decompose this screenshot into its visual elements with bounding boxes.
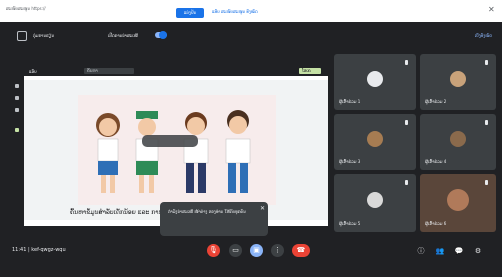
participant-name: ຜູ້ເຂົ້າຮ່ວມ 3 xyxy=(339,159,361,164)
share-url-text: ສະໜັບສະໜູນ https:// xyxy=(6,6,46,11)
shared-search-placeholder: ຄົ້ນຫາ xyxy=(87,68,98,73)
meeting-toolbar: 11:41 | kef-qwgz-wqu 🎙 ▭ ▣ ⋮ ☎ ⓘ 👥 💬 ⚙ xyxy=(0,238,502,264)
avatar xyxy=(450,131,466,148)
end-call-icon: ☎ xyxy=(296,246,306,254)
participant-name: ຜູ້ເຂົ້າຮ່ວມ 5 xyxy=(339,221,361,226)
participant-tile[interactable]: ຜູ້ເຂົ້າຮ່ວມ 4 xyxy=(420,114,496,170)
view-all-link[interactable]: ເບິ່ງທັງໝົດ xyxy=(475,33,492,38)
rail-icon xyxy=(15,84,19,88)
info-icon: ⓘ xyxy=(417,247,425,255)
avatar xyxy=(450,71,466,88)
activities-button[interactable]: ⚙ xyxy=(473,246,483,256)
participant-tile[interactable]: ຜູ້ເຂົ້າຮ່ວມ 2 xyxy=(420,54,496,110)
participant-name: ຜູ້ເຂົ້າຮ່ວມ 1 xyxy=(339,99,361,104)
share-tab-link[interactable]: ແທັບ ສະໜັບສະໜູນ ທັງໝົດ xyxy=(212,9,258,14)
end-call-button[interactable]: ☎ xyxy=(292,244,310,257)
toast-text: ກຳລັງນຳສະເໜີ ໜ້າຕ່າງ ຂອງທ່ານ ໃຫ້ກັບທຸກຄົ… xyxy=(168,209,246,214)
presentation-toggle-label: ເປີດການນຳສະເໜີ xyxy=(108,33,138,38)
rail-icon xyxy=(15,108,19,112)
mic-icon xyxy=(485,180,488,185)
mic-icon xyxy=(405,60,408,65)
child-2 xyxy=(135,111,159,193)
chat-icon: 💬 xyxy=(454,247,464,255)
shared-chip: ໂອເຄ xyxy=(299,68,321,74)
people-icon: 👥 xyxy=(435,247,445,255)
participant-tile[interactable]: ຜູ້ເຂົ້າຮ່ວມ 5 xyxy=(334,174,416,232)
child-3 xyxy=(183,112,209,193)
shared-left-rail xyxy=(10,76,24,226)
shared-app-header: ແອັບ ຄົ້ນຫາ ໂອເຄ xyxy=(10,66,328,76)
avatar xyxy=(367,192,383,209)
meet-header: ກຸ່ມການຮຽນ ເປີດການນຳສະເໜີ ເບິ່ງທັງໝົດ xyxy=(0,28,502,46)
present-button[interactable]: ▣ xyxy=(250,244,263,257)
participant-tile[interactable]: ຜູ້ເຂົ້າຮ່ວມ 6 xyxy=(420,174,496,232)
activities-icon: ⚙ xyxy=(474,247,482,255)
meeting-title: ກຸ່ມການຮຽນ xyxy=(33,33,54,38)
more-icon: ⋮ xyxy=(274,246,281,254)
shared-app-label: ແອັບ xyxy=(29,69,37,74)
rail-icon xyxy=(15,96,19,100)
rail-icon xyxy=(15,128,19,132)
participant-tile[interactable]: ຜູ້ເຂົ້າຮ່ວມ 3 xyxy=(334,114,416,170)
present-icon: ▣ xyxy=(253,246,260,254)
shared-chip-label: ໂອເຄ xyxy=(302,68,311,73)
avatar xyxy=(367,71,383,88)
participant-name: ຜູ້ເຂົ້າຮ່ວມ 6 xyxy=(425,221,447,226)
child-4 xyxy=(225,110,251,193)
toast-close-icon[interactable]: ✕ xyxy=(260,205,265,212)
participant-tile[interactable]: ຜູ້ເຂົ້າຮ່ວມ 1 xyxy=(334,54,416,110)
chat-button[interactable]: 💬 xyxy=(454,246,464,256)
screen-icon[interactable] xyxy=(17,31,27,41)
mic-icon xyxy=(485,120,488,125)
mic-off-button[interactable]: 🎙 xyxy=(207,244,220,257)
camera-button[interactable]: ▭ xyxy=(229,244,242,257)
close-icon[interactable]: ✕ xyxy=(488,5,495,14)
floating-controls[interactable] xyxy=(142,135,198,147)
people-button[interactable]: 👥 xyxy=(435,246,445,256)
presentation-toggle[interactable] xyxy=(155,31,167,39)
kids-illustration xyxy=(78,95,276,205)
mic-off-icon: 🎙 xyxy=(209,246,218,254)
kids-illustration-svg xyxy=(96,110,251,193)
info-button[interactable]: ⓘ xyxy=(416,246,426,256)
mic-icon xyxy=(405,180,408,185)
child-1 xyxy=(96,113,120,193)
more-button[interactable]: ⋮ xyxy=(271,244,284,257)
participant-name: ຜູ້ເຂົ້າຮ່ວມ 4 xyxy=(425,159,447,164)
mic-icon xyxy=(405,120,408,125)
presenting-toast: ກຳລັງນຳສະເໜີ ໜ້າຕ່າງ ຂອງທ່ານ ໃຫ້ກັບທຸກຄົ… xyxy=(160,202,268,236)
meeting-info: 11:41 | kef-qwgz-wqu xyxy=(12,247,66,253)
shared-search-box: ຄົ້ນຫາ xyxy=(84,68,134,74)
mic-icon xyxy=(485,60,488,65)
avatar xyxy=(447,189,469,212)
avatar xyxy=(367,131,383,148)
share-button[interactable]: ແບ່ງປັນ xyxy=(176,8,204,18)
camera-icon: ▭ xyxy=(232,246,239,254)
browser-share-bar: ສະໜັບສະໜູນ https:// ແບ່ງປັນ ແທັບ ສະໜັບສະ… xyxy=(0,0,502,22)
participant-name: ຜູ້ເຂົ້າຮ່ວມ 2 xyxy=(425,99,447,104)
